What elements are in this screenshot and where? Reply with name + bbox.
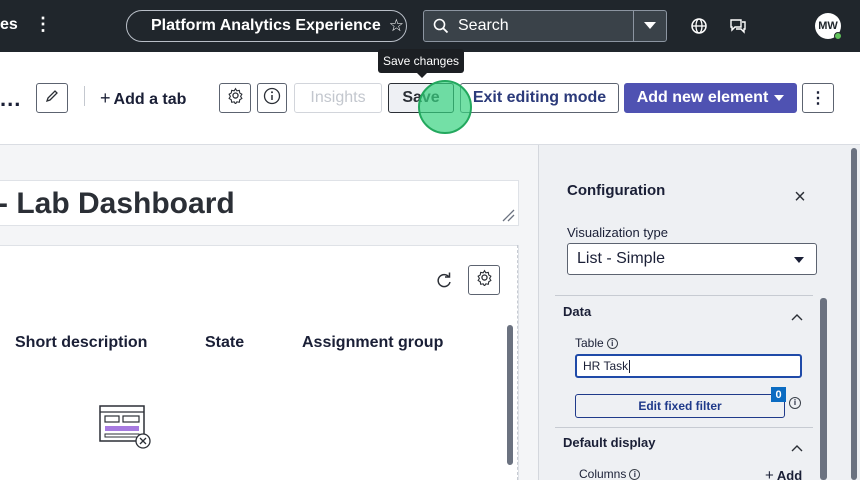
columns-label: Columns — [579, 467, 627, 480]
add-column-button[interactable]: + Add — [765, 467, 802, 480]
app-name-pill[interactable]: Platform Analytics Experience ☆ — [126, 10, 407, 42]
chevron-up-icon[interactable] — [791, 439, 803, 452]
edit-filter-label: Edit fixed filter — [638, 399, 722, 413]
click-indicator — [418, 80, 472, 134]
app-name: Platform Analytics Experience — [151, 17, 381, 34]
search-box[interactable]: Search — [423, 10, 667, 42]
header-partial-text[interactable]: es — [0, 16, 18, 34]
widget-settings-button[interactable] — [468, 265, 500, 295]
top-header: es ⋮ Platform Analytics Experience ☆ Sea… — [0, 0, 860, 52]
data-section-title[interactable]: Data — [563, 304, 591, 319]
add-new-element-button[interactable]: Add new element — [624, 83, 797, 113]
default-display-title[interactable]: Default display — [563, 435, 655, 450]
add-column-label: Add — [776, 468, 803, 480]
dashboard-title-card[interactable]: - Lab Dashboard — [0, 180, 519, 226]
gear-icon — [227, 87, 244, 109]
table-input-value: HR Task — [583, 359, 629, 373]
info-icon[interactable]: i — [789, 397, 801, 409]
filter-count-badge: 0 — [771, 387, 786, 402]
search-input[interactable]: Search — [458, 17, 633, 35]
column-header-short-description[interactable]: Short description — [15, 334, 147, 352]
resize-handle-icon[interactable] — [501, 208, 515, 222]
gear-icon — [476, 269, 493, 291]
table-input[interactable]: HR Task — [575, 354, 802, 378]
add-tab-button[interactable]: + Add a tab — [100, 88, 186, 109]
config-scrollbar[interactable] — [820, 298, 827, 480]
close-icon[interactable]: × — [790, 187, 810, 207]
table-label: Table — [575, 336, 604, 350]
presence-dot — [834, 32, 842, 40]
insights-button[interactable]: Insights — [294, 83, 382, 113]
vis-type-value: List - Simple — [577, 250, 666, 267]
star-icon[interactable]: ☆ — [389, 16, 404, 36]
add-element-label: Add new element — [636, 89, 769, 106]
info-icon[interactable]: i — [629, 469, 641, 480]
chat-icon[interactable] — [728, 16, 748, 36]
dashboard-title: - Lab Dashboard — [0, 187, 235, 220]
caret-down-icon — [774, 89, 785, 107]
info-icon[interactable]: i — [606, 338, 618, 349]
columns-label-row: Columns i — [579, 467, 641, 480]
avatar-initials: MW — [818, 20, 838, 32]
save-tooltip: Save changes — [378, 49, 464, 78]
user-avatar[interactable]: MW — [815, 13, 842, 40]
plus-icon: + — [765, 467, 774, 480]
chevron-up-icon[interactable] — [791, 308, 803, 321]
column-header-assignment-group[interactable]: Assignment group — [302, 334, 443, 352]
table-label-row: Table i — [575, 336, 618, 350]
page-scrollbar[interactable] — [851, 148, 857, 480]
add-tab-label: Add a tab — [113, 91, 187, 108]
pencil-icon — [44, 88, 60, 109]
exit-label: Exit editing mode — [472, 89, 607, 106]
canvas-scrollbar[interactable] — [507, 325, 513, 465]
text-cursor — [629, 359, 631, 373]
chevron-down-icon — [794, 257, 804, 263]
kebab-icon: ⋮ — [810, 90, 826, 107]
search-dropdown-button[interactable] — [633, 11, 666, 41]
empty-state-illustration — [99, 404, 155, 452]
search-icon — [424, 11, 458, 41]
refresh-icon[interactable] — [434, 270, 454, 290]
settings-button[interactable] — [219, 83, 251, 113]
vis-type-label: Visualization type — [567, 225, 668, 240]
plus-icon: + — [100, 88, 111, 108]
more-options-button[interactable]: ⋮ — [802, 83, 834, 113]
header-menu-icon[interactable]: ⋮ — [34, 14, 52, 35]
truncated-title-ellipsis: ... — [0, 86, 22, 111]
insights-label: Insights — [310, 89, 366, 106]
edit-button[interactable] — [36, 83, 68, 113]
visualization-type-select[interactable]: List - Simple — [567, 243, 817, 275]
globe-icon[interactable] — [689, 16, 709, 36]
layout-ruler — [517, 245, 521, 480]
exit-editing-button[interactable]: Exit editing mode — [460, 83, 619, 113]
toolbar-divider — [84, 86, 85, 106]
edit-fixed-filter-button[interactable]: Edit fixed filter — [575, 394, 785, 418]
column-header-state[interactable]: State — [205, 334, 244, 352]
info-icon — [263, 87, 281, 110]
configuration-title: Configuration — [567, 182, 666, 199]
info-button[interactable] — [257, 83, 287, 113]
